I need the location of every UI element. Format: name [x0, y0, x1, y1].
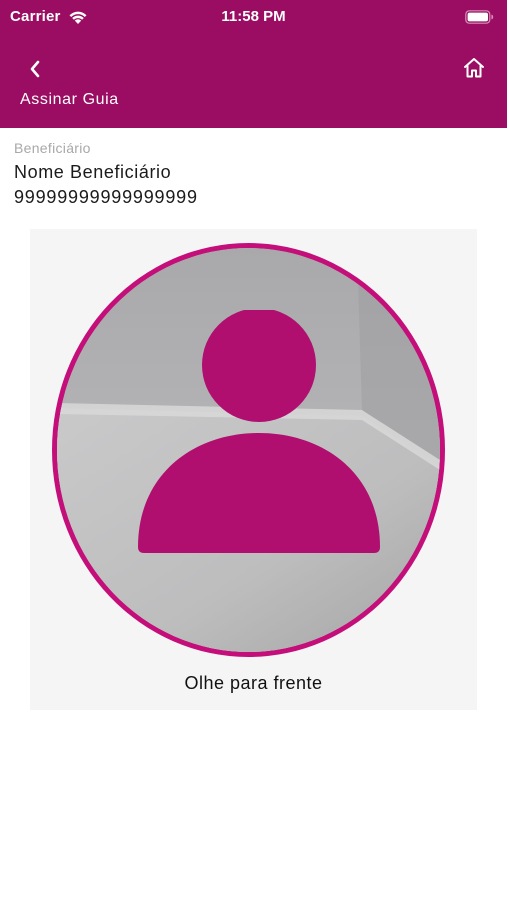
clock: 11:58 PM: [221, 8, 286, 25]
home-button[interactable]: [460, 54, 488, 82]
user-silhouette-icon: [138, 310, 380, 553]
beneficiary-number: 99999999999999999: [14, 187, 198, 207]
camera-preview: [52, 243, 445, 657]
chevron-left-icon: [30, 60, 40, 78]
beneficiary-info: Beneficiário Nome Beneficiário 999999999…: [14, 140, 493, 208]
camera-panel: Olhe para frente: [30, 229, 477, 710]
nav-bar: Assinar Guia: [0, 36, 507, 128]
page-title: Assinar Guia: [20, 91, 119, 108]
battery-icon: [465, 10, 494, 24]
beneficiary-name: Nome Beneficiário: [14, 162, 172, 182]
home-icon: [464, 58, 484, 78]
instruction-text: Olhe para frente: [184, 673, 323, 693]
status-bar: Carrier 11:58 PM: [0, 0, 507, 36]
back-button[interactable]: [22, 56, 48, 82]
beneficiary-label: Beneficiário: [14, 140, 91, 156]
